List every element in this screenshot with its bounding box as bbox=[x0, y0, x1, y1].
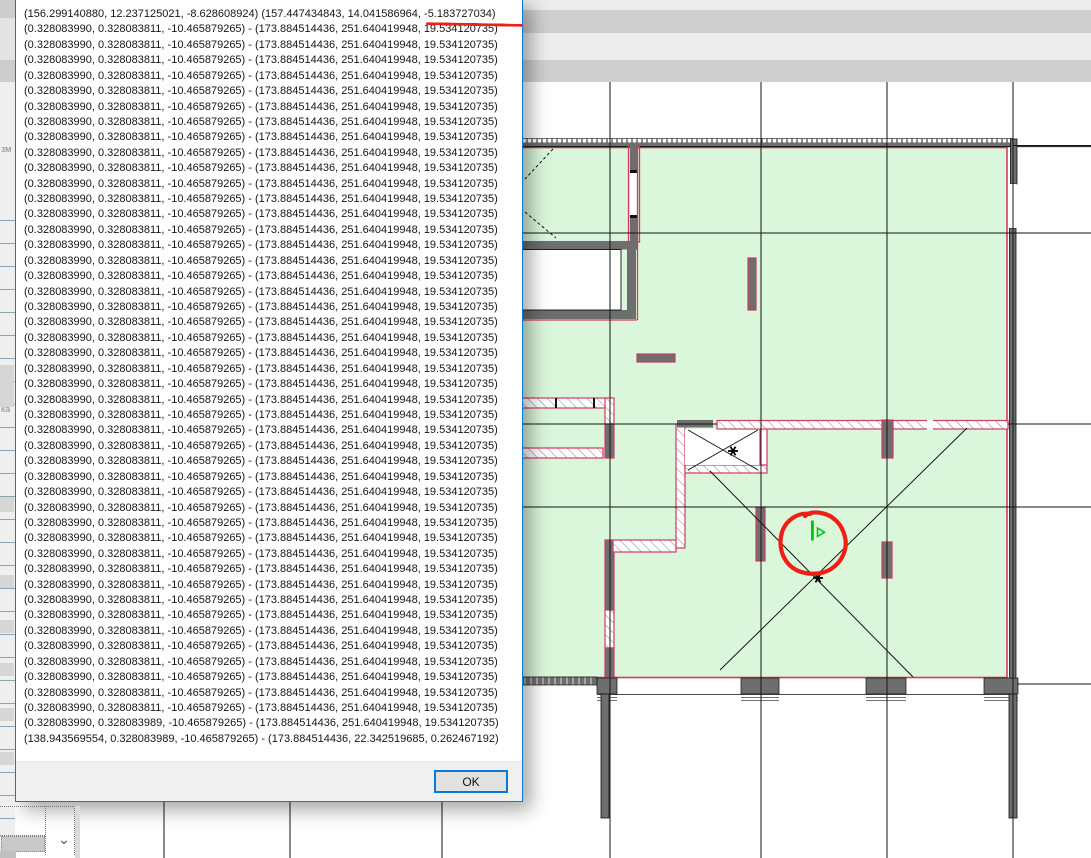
chevron-down-icon[interactable]: ⌄ bbox=[55, 830, 73, 848]
coords-line: (138.943569554, 0.328083989, -10.4658792… bbox=[24, 732, 499, 745]
coords-line: (0.328083990, 0.328083811, -10.465879265… bbox=[24, 316, 498, 329]
app-root: { "dialog": { "header_line": "(156.29914… bbox=[0, 0, 1091, 858]
table-cell bbox=[0, 575, 14, 588]
coords-line: (0.328083990, 0.328083811, -10.465879265… bbox=[24, 285, 498, 298]
coords-line: (0.328083990, 0.328083811, -10.465879265… bbox=[24, 331, 498, 344]
coords-line: (0.328083990, 0.328083811, -10.465879265… bbox=[24, 270, 498, 283]
scrollbar-thumb[interactable] bbox=[1, 836, 45, 852]
coords-line: (0.328083990, 0.328083811, -10.465879265… bbox=[24, 223, 498, 236]
table-cell bbox=[0, 620, 14, 633]
corner-box bbox=[0, 851, 16, 858]
coords-line: (0.328083990, 0.328083811, -10.465879265… bbox=[24, 563, 498, 576]
coords-line: (0.328083990, 0.328083811, -10.465879265… bbox=[24, 594, 498, 607]
dialog-footer: OK bbox=[16, 761, 522, 801]
coords-line: (0.328083990, 0.328083811, -10.465879265… bbox=[24, 655, 498, 668]
coords-line: (0.328083990, 0.328083811, -10.465879265… bbox=[24, 470, 498, 483]
coords-line: (0.328083990, 0.328083811, -10.465879265… bbox=[24, 393, 498, 406]
coords-line: (0.328083990, 0.328083811, -10.465879265… bbox=[24, 115, 498, 128]
coords-line: (0.328083990, 0.328083811, -10.465879265… bbox=[24, 624, 498, 637]
coords-line: (0.328083990, 0.328083811, -10.465879265… bbox=[24, 424, 498, 437]
coords-line: (0.328083990, 0.328083989, -10.465879265… bbox=[24, 717, 499, 730]
floor-area bbox=[519, 146, 1008, 679]
coords-line: (0.328083990, 0.328083811, -10.465879265… bbox=[24, 501, 498, 514]
coords-line: (0.328083990, 0.328083811, -10.465879265… bbox=[24, 177, 498, 190]
coords-line: (0.328083990, 0.328083811, -10.465879265… bbox=[24, 378, 498, 391]
coords-line: (0.328083990, 0.328083811, -10.465879265… bbox=[24, 455, 498, 468]
table-cell bbox=[0, 365, 14, 387]
coords-line: (0.328083990, 0.328083811, -10.465879265… bbox=[24, 362, 498, 375]
coords-line: (0.328083990, 0.328083811, -10.465879265… bbox=[24, 254, 498, 267]
coords-line: (0.328083990, 0.328083811, -10.465879265… bbox=[24, 146, 498, 159]
dotted-divider bbox=[45, 806, 46, 855]
coords-line: (0.328083990, 0.328083811, -10.465879265… bbox=[24, 578, 498, 591]
coords-line: (0.328083990, 0.328083811, -10.465879265… bbox=[24, 532, 498, 545]
coords-line: (0.328083990, 0.328083811, -10.465879265… bbox=[24, 486, 498, 499]
table-cell bbox=[0, 497, 14, 512]
left-edge-panel: зм ка bbox=[0, 0, 15, 858]
coords-line: (0.328083990, 0.328083811, -10.465879265… bbox=[24, 408, 498, 421]
coords-line: (0.328083990, 0.328083811, -10.465879265… bbox=[24, 516, 498, 529]
coords-line: (0.328083990, 0.328083811, -10.465879265… bbox=[24, 69, 498, 82]
ok-button[interactable]: OK bbox=[434, 770, 508, 793]
coords-line: (0.328083990, 0.328083811, -10.465879265… bbox=[24, 239, 498, 252]
left-panel-band bbox=[0, 18, 15, 60]
coords-line: (0.328083990, 0.328083811, -10.465879265… bbox=[24, 38, 498, 51]
clipped-text-fragment: зм bbox=[1, 144, 12, 154]
coords-line: (0.328083990, 0.328083811, -10.465879265… bbox=[24, 686, 498, 699]
coords-line: (0.328083990, 0.328083811, -10.465879265… bbox=[24, 85, 498, 98]
coords-line: (0.328083990, 0.328083811, -10.465879265… bbox=[24, 701, 498, 714]
coords-line: (0.328083990, 0.328083811, -10.465879265… bbox=[24, 131, 498, 144]
coords-line: (156.299140880, 12.237125021, -8.6286089… bbox=[24, 8, 496, 20]
coords-line: (0.328083990, 0.328083811, -10.465879265… bbox=[24, 671, 498, 684]
coords-line: (0.328083990, 0.328083811, -10.465879265… bbox=[24, 193, 498, 206]
left-panel-band bbox=[0, 60, 15, 82]
left-panel-band bbox=[0, 0, 15, 18]
table-cell bbox=[0, 708, 14, 721]
coords-line: (0.328083990, 0.328083811, -10.465879265… bbox=[24, 439, 498, 452]
table-cell bbox=[0, 663, 14, 676]
coords-line: (0.328083990, 0.328083811, -10.465879265… bbox=[24, 547, 498, 560]
row-separators bbox=[0, 198, 15, 838]
coords-line: (0.328083990, 0.328083811, -10.465879265… bbox=[24, 347, 498, 360]
clipped-text-fragment: ка bbox=[1, 404, 11, 414]
coords-line: (0.328083990, 0.328083811, -10.465879265… bbox=[24, 162, 498, 175]
dotted-divider bbox=[0, 806, 75, 807]
coords-line: (0.328083990, 0.328083811, -10.465879265… bbox=[24, 609, 498, 622]
coordinates-list: (156.299140880, 12.237125021, -8.6286089… bbox=[24, 7, 518, 747]
coords-line: (0.328083990, 0.328083811, -10.465879265… bbox=[24, 54, 498, 67]
panel-edge bbox=[75, 806, 80, 858]
coordinates-dialog[interactable]: (156.299140880, 12.237125021, -8.6286089… bbox=[15, 0, 524, 802]
table-cell bbox=[0, 752, 14, 765]
coords-line: (0.328083990, 0.328083811, -10.465879265… bbox=[24, 640, 498, 653]
coords-line: (0.328083990, 0.328083811, -10.465879265… bbox=[24, 100, 498, 113]
green-start-marker bbox=[811, 520, 814, 541]
bottom-left-scroll-widget: ⌄ bbox=[0, 806, 80, 858]
coords-line: (0.328083990, 0.328083811, -10.465879265… bbox=[24, 208, 498, 221]
coords-line: (0.328083990, 0.328083811, -10.465879265… bbox=[24, 301, 498, 314]
